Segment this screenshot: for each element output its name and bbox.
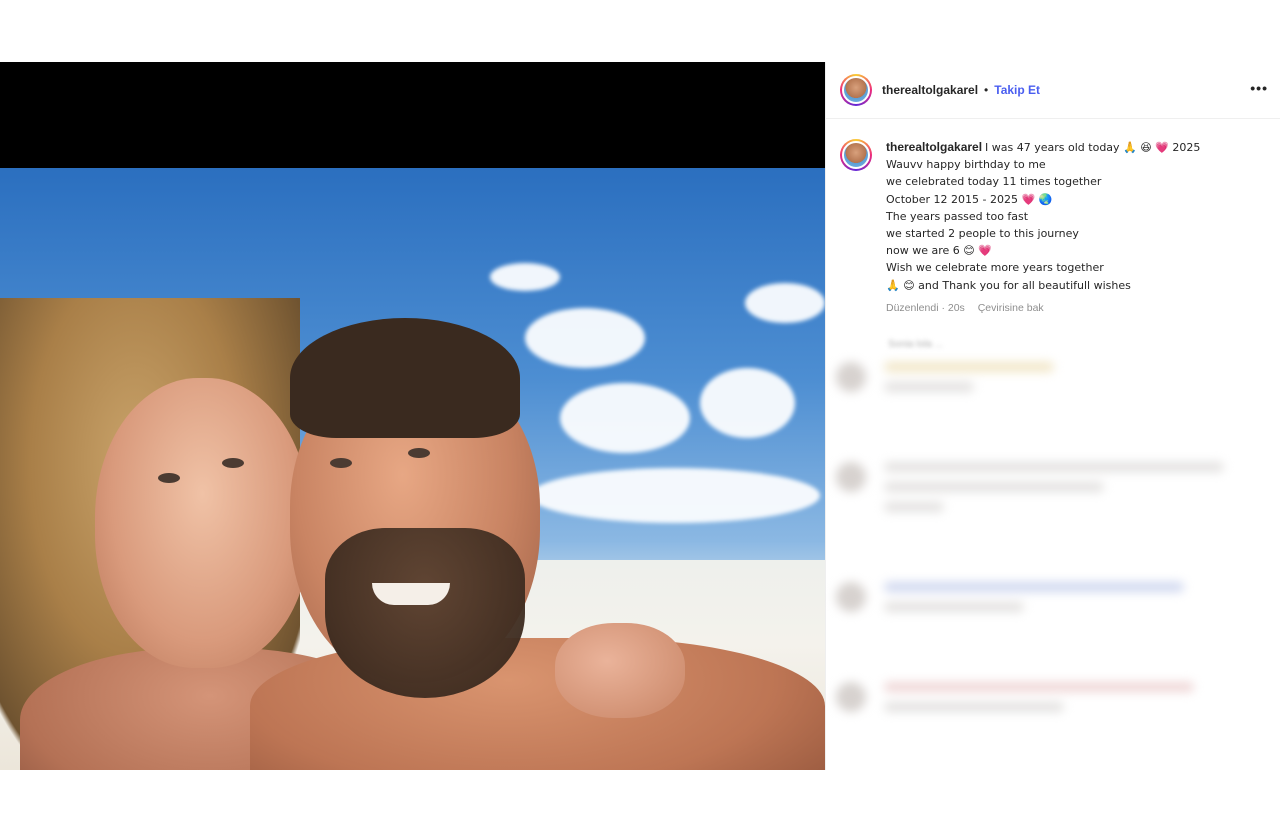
- instagram-post: therealtolgakarel • Takip Et ••• thereal…: [0, 62, 1280, 770]
- more-options-icon[interactable]: •••: [1250, 80, 1268, 96]
- follow-button[interactable]: Takip Et: [994, 83, 1040, 97]
- profile-avatar[interactable]: [840, 74, 872, 106]
- post-header: therealtolgakarel • Takip Et •••: [826, 62, 1280, 119]
- caption-line: The years passed too fast: [886, 209, 1029, 223]
- caption-line: October 12 2015 - 2025 💗 🌏: [886, 192, 1053, 206]
- comment-row: [826, 462, 1280, 522]
- see-translation-link[interactable]: Çevirisine bak: [978, 302, 1044, 314]
- comment-avatar: [836, 682, 866, 712]
- post-photo: [0, 168, 825, 770]
- header-username[interactable]: therealtolgakarel: [882, 83, 978, 97]
- caption-text: I was 47 years old today 🙏 😆 💗 2025: [985, 141, 1201, 154]
- comment-row: [826, 682, 1280, 722]
- post-sidebar: therealtolgakarel • Takip Et ••• thereal…: [825, 62, 1280, 770]
- caption-line: Wish we celebrate more years together: [886, 261, 1104, 275]
- caption: therealtolgakarel I was 47 years old toda…: [826, 119, 1280, 317]
- caption-meta: Düzenlendi · 20s Çevirisine bak: [886, 300, 1200, 317]
- caption-line: Wauvv happy birthday to me: [886, 158, 1046, 172]
- caption-line: we started 2 people to this journey: [886, 227, 1079, 241]
- separator-dot: •: [984, 83, 989, 97]
- comment-avatar: [836, 582, 866, 612]
- caption-username[interactable]: therealtolgakarel: [886, 140, 982, 154]
- comment-avatar: [836, 362, 866, 392]
- caption-avatar[interactable]: [840, 139, 872, 171]
- post-media[interactable]: [0, 62, 825, 770]
- edited-timestamp: Düzenlendi · 20s: [886, 301, 965, 314]
- caption-line: 🙏 😊 and Thank you for all beautifull wis…: [886, 278, 1131, 292]
- comment-row: [826, 582, 1280, 622]
- comment-avatar: [836, 462, 866, 492]
- caption-line-1: therealtolgakarel I was 47 years old toda…: [886, 139, 1200, 156]
- media-letterbox: [0, 62, 825, 168]
- caption-line: now we are 6 😊 💗: [886, 244, 992, 258]
- caption-line: we celebrated today 11 times together: [886, 175, 1102, 189]
- caption-body: therealtolgakarel I was 47 years old toda…: [886, 139, 1200, 317]
- comments-list: [826, 342, 1280, 770]
- comment-row: [826, 362, 1280, 402]
